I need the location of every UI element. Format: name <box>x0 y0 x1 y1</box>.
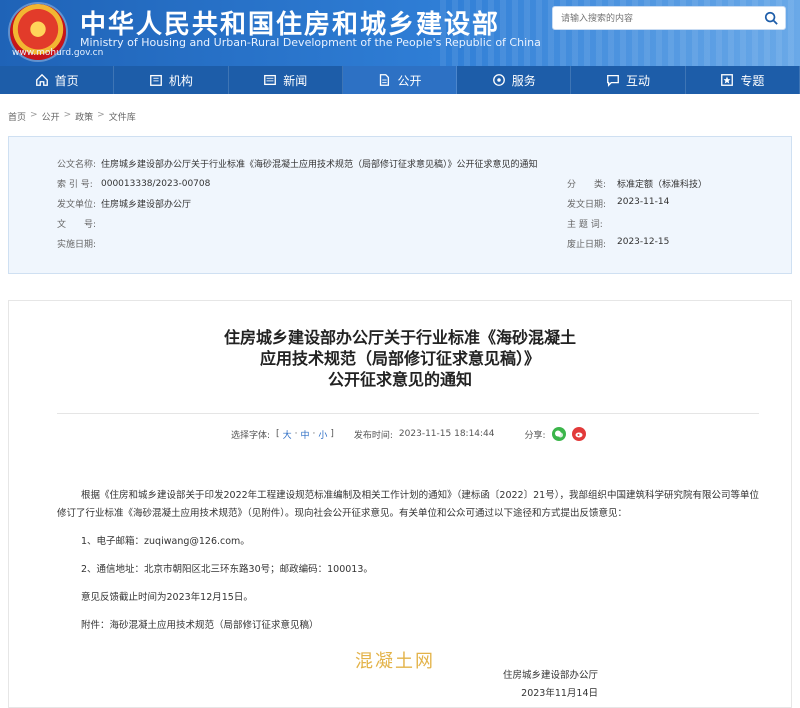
meta-value: 住房城乡建设部办公厅关于行业标准《海砂混凝土应用技术规范（局部修订征求意见稿）》… <box>101 160 538 170</box>
meta-row-name: 公文名称: 住房城乡建设部办公厅关于行业标准《海砂混凝土应用技术规范（局部修订征… <box>57 157 538 170</box>
meta-row-docno: 文 号: <box>57 217 101 230</box>
article: 住房城乡建设部办公厅关于行业标准《海砂混凝土 应用技术规范（局部修订征求意见稿）… <box>8 300 792 708</box>
signature: 住房城乡建设部办公厅 2023年11月14日 <box>503 667 598 703</box>
nav-item-interaction[interactable]: 互动 <box>571 66 686 94</box>
signature-date: 2023年11月14日 <box>521 688 599 699</box>
star-icon <box>721 74 734 86</box>
page: 中华人民共和国住房和城乡建设部 Ministry of Housing and … <box>0 0 800 708</box>
meta-label: 文 号: <box>57 220 97 230</box>
meta-label: 发文日期: <box>567 200 607 210</box>
font-size-group: [ 大 · 中 · 小 ] <box>276 428 334 441</box>
nav-item-topics[interactable]: 专题 <box>686 66 800 94</box>
meta-label: 公文名称: <box>57 160 97 170</box>
meta-value: 标准定额（标准科技） <box>617 180 708 190</box>
breadcrumb-separator: > <box>97 110 105 120</box>
nav-label: 新闻 <box>283 73 308 88</box>
paragraph: 根据《住房和城乡建设部关于印发2022年工程建设规范标准编制及相关工作计划的通知… <box>57 490 759 519</box>
service-icon <box>492 74 505 86</box>
article-title: 住房城乡建设部办公厅关于行业标准《海砂混凝土 应用技术规范（局部修订征求意见稿）… <box>9 327 791 390</box>
breadcrumb-file-library[interactable]: 文件库 <box>109 110 136 123</box>
search-button[interactable] <box>757 7 785 29</box>
article-content: 根据《住房和城乡建设部关于印发2022年工程建设规范标准编制及相关工作计划的通知… <box>57 487 767 645</box>
nav-item-service[interactable]: 服务 <box>457 66 572 94</box>
meta-label: 发文单位: <box>57 200 97 210</box>
meta-label: 索 引 号: <box>57 180 93 190</box>
nav-label: 服务 <box>511 73 536 88</box>
nav-item-news[interactable]: 新闻 <box>229 66 343 94</box>
title-line: 住房城乡建设部办公厅关于行业标准《海砂混凝土 <box>223 328 576 347</box>
home-icon <box>35 73 48 86</box>
article-toolbar: 选择字体: [ 大 · 中 · 小 ] 发布时间: 2023-11-15 18:… <box>231 427 586 441</box>
wechat-icon[interactable] <box>551 427 566 441</box>
search-input[interactable] <box>553 8 757 28</box>
list-item: 2、通信地址：北京市朝阳区北三环东路30号；邮政编码：100013。 <box>81 564 373 575</box>
meta-value: 000013338/2023-00708 <box>101 178 211 189</box>
publish-label: 发布时间: <box>353 430 393 441</box>
search-box <box>552 6 786 30</box>
nav-label: 互动 <box>626 73 651 88</box>
breadcrumb-home[interactable]: 首页 <box>8 110 26 123</box>
document-icon <box>380 74 390 86</box>
watermark: 混凝土网 <box>355 651 435 672</box>
attachment-link[interactable]: 附件：海砂混凝土应用技术规范（局部修订征求意见稿） <box>57 617 767 635</box>
bracket: ] <box>330 429 334 439</box>
meta-label: 分 类: <box>567 180 607 190</box>
breadcrumb-separator: > <box>63 110 72 120</box>
share-label: 分享: <box>524 430 546 441</box>
chat-icon <box>607 74 619 87</box>
dot-separator: · <box>312 429 316 439</box>
nav-label: 公开 <box>397 73 422 88</box>
site-header: 中华人民共和国住房和城乡建设部 Ministry of Housing and … <box>0 0 800 66</box>
breadcrumb: 首页 > 公开 > 政策 > 文件库 <box>8 110 136 123</box>
nav-item-institutions[interactable]: 机构 <box>114 66 229 94</box>
meta-label: 主 题 词: <box>567 220 603 230</box>
meta-row-topic: 主 题 词: <box>567 217 617 230</box>
breadcrumb-public[interactable]: 公开 <box>42 110 60 123</box>
main-nav: 首页 机构 新闻 公开 服务 互动 专题 <box>0 66 800 94</box>
meta-value: 2023-12-15 <box>617 237 670 247</box>
title-line: 应用技术规范（局部修订征求意见稿）》 <box>259 349 540 368</box>
meta-row-expire: 废止日期: 2023-12-15 <box>567 237 669 250</box>
publish-time: 2023-11-15 18:14:44 <box>398 429 495 439</box>
font-size-label: 选择字体: <box>231 430 271 441</box>
newspaper-icon <box>264 74 277 86</box>
site-subtitle: Ministry of Housing and Urban-Rural Deve… <box>80 36 541 49</box>
document-meta: 公文名称: 住房城乡建设部办公厅关于行业标准《海砂混凝土应用技术规范（局部修订征… <box>8 136 792 274</box>
meta-row-effective: 实施日期: <box>57 237 101 250</box>
meta-row-issuer: 发文单位: 住房城乡建设部办公厅 <box>57 197 191 210</box>
font-size-large[interactable]: 大 <box>283 428 292 441</box>
nav-label: 专题 <box>740 73 765 88</box>
meta-row-category: 分 类: 标准定额（标准科技） <box>567 177 707 190</box>
signature-org: 住房城乡建设部办公厅 <box>503 670 599 681</box>
meta-row-date: 发文日期: 2023-11-14 <box>567 197 669 210</box>
dot-separator: · <box>294 429 298 439</box>
wechat-glyph-icon <box>554 430 563 438</box>
meta-value: 2023-11-14 <box>617 197 670 207</box>
building-icon <box>150 74 162 86</box>
breadcrumb-policy[interactable]: 政策 <box>75 110 93 123</box>
meta-label: 废止日期: <box>567 240 607 250</box>
meta-row-index: 索 引 号: 000013338/2023-00708 <box>57 177 211 191</box>
search-icon <box>764 11 778 25</box>
bracket: [ <box>276 429 280 439</box>
font-size-medium[interactable]: 中 <box>300 428 309 441</box>
title-line: 公开征求意见的通知 <box>327 370 472 389</box>
weibo-icon[interactable] <box>571 427 586 441</box>
meta-label: 实施日期: <box>57 240 97 250</box>
meta-value: 住房城乡建设部办公厅 <box>101 200 192 210</box>
breadcrumb-separator: > <box>30 110 38 120</box>
list-item: 1、电子邮箱：zuqiwang@126.com。 <box>81 536 250 547</box>
font-size-small[interactable]: 小 <box>318 428 327 441</box>
nav-label: 机构 <box>168 73 193 88</box>
site-domain: www.mohurd.gov.cn <box>12 48 104 58</box>
divider <box>57 413 759 414</box>
nav-item-public[interactable]: 公开 <box>342 66 458 94</box>
nav-item-home[interactable]: 首页 <box>0 66 115 94</box>
weibo-glyph-icon <box>575 432 583 438</box>
share-group: 分享: <box>525 427 586 441</box>
deadline-text: 意见反馈截止时间为2023年12月15日。 <box>81 592 253 603</box>
nav-label: 首页 <box>54 73 79 88</box>
